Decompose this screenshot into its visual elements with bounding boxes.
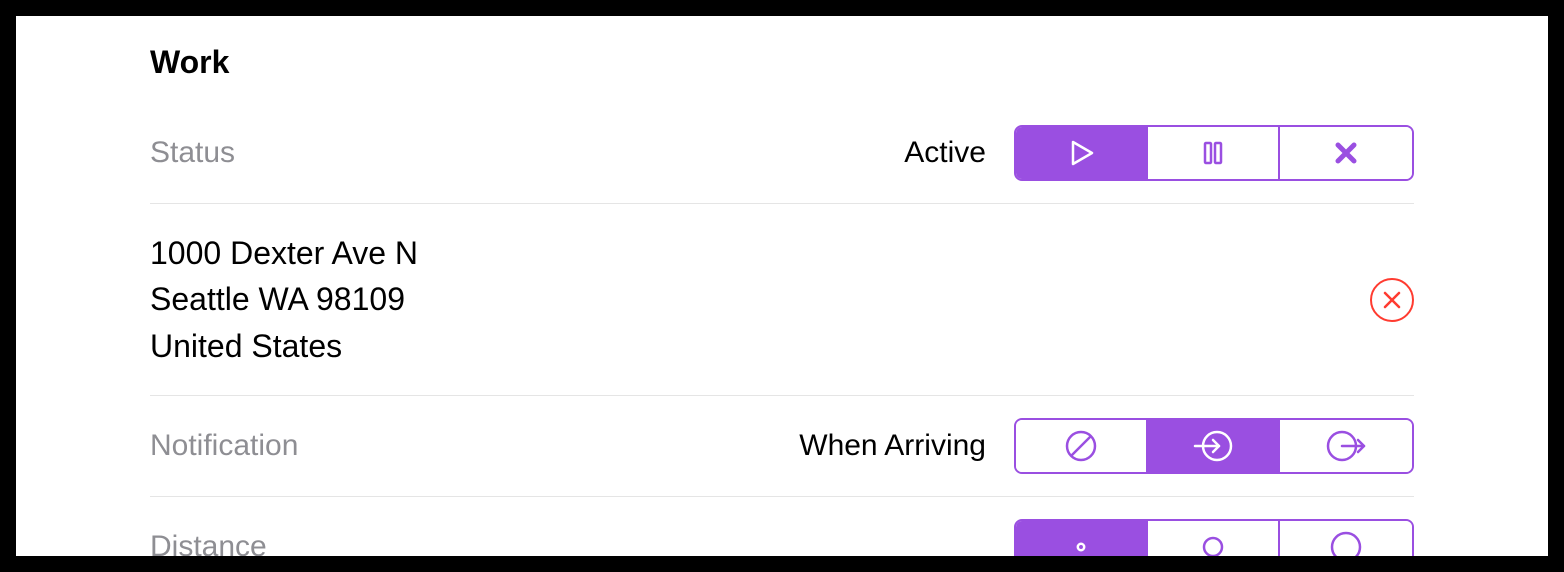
status-play-button[interactable] <box>1016 127 1148 179</box>
circle-large-icon <box>1326 527 1366 556</box>
play-icon <box>1062 134 1100 172</box>
address-line-1: 1000 Dexter Ave N <box>150 230 418 276</box>
status-segmented-control <box>1014 125 1414 181</box>
status-cancel-button[interactable] <box>1280 127 1412 179</box>
notification-right: When Arriving <box>799 418 1414 474</box>
prohibit-icon <box>1061 426 1101 466</box>
status-value: Active <box>904 136 986 170</box>
location-detail-card: Work Status Active <box>16 16 1548 556</box>
distance-segmented-control <box>1014 519 1414 556</box>
notification-leaving-button[interactable] <box>1280 420 1412 472</box>
distance-medium-button[interactable] <box>1148 521 1280 556</box>
notification-segmented-control <box>1014 418 1414 474</box>
notification-none-button[interactable] <box>1016 420 1148 472</box>
circle-small-icon <box>1061 527 1101 556</box>
arrow-in-icon <box>1191 426 1235 466</box>
notification-label: Notification <box>150 429 298 463</box>
address-line-3: United States <box>150 323 418 369</box>
distance-right <box>1014 519 1414 556</box>
circle-medium-icon <box>1193 527 1233 556</box>
status-label: Status <box>150 136 235 170</box>
distance-small-button[interactable] <box>1016 521 1148 556</box>
distance-label: Distance <box>150 530 267 556</box>
address-line-2: Seattle WA 98109 <box>150 276 418 322</box>
address-text: 1000 Dexter Ave N Seattle WA 98109 Unite… <box>150 230 418 369</box>
page-title: Work <box>150 44 1548 81</box>
distance-row: Distance <box>150 497 1414 556</box>
header: Work <box>16 16 1548 103</box>
content: Status Active <box>16 103 1548 556</box>
notification-value: When Arriving <box>799 429 986 463</box>
notification-row: Notification When Arriving <box>150 396 1414 497</box>
address-row: 1000 Dexter Ave N Seattle WA 98109 Unite… <box>150 204 1414 396</box>
close-icon <box>1381 289 1403 311</box>
status-pause-button[interactable] <box>1148 127 1280 179</box>
status-row: Status Active <box>150 103 1414 204</box>
pause-icon <box>1194 134 1232 172</box>
status-right: Active <box>904 125 1414 181</box>
delete-address-button[interactable] <box>1370 278 1414 322</box>
x-icon <box>1327 134 1365 172</box>
arrow-out-icon <box>1324 426 1368 466</box>
notification-arriving-button[interactable] <box>1148 420 1280 472</box>
distance-large-button[interactable] <box>1280 521 1412 556</box>
